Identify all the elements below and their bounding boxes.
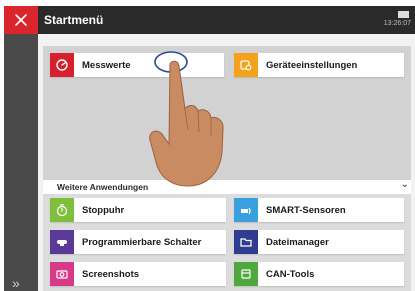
tile-can-tools[interactable]: CAN-Tools (234, 262, 404, 286)
tile-screenshots[interactable]: Screenshots (50, 262, 226, 286)
tile-stoppuhr[interactable]: Stoppuhr (50, 198, 226, 222)
close-icon (15, 14, 27, 26)
tile-dateimanager[interactable]: Dateimanager (234, 230, 404, 254)
main-content: Messwerte Geräteeinstellungen Weitere An… (38, 34, 415, 291)
tile-label: SMART-Sensoren (266, 204, 346, 216)
tile-smart-sensoren[interactable]: SMART-Sensoren (234, 198, 404, 222)
battery-icon (398, 11, 409, 18)
camera-icon (50, 262, 74, 286)
folder-icon (234, 230, 258, 254)
tile-label: Geräteeinstellungen (266, 59, 358, 71)
page-title: Startmenü (44, 13, 104, 27)
stopwatch-icon (50, 198, 74, 222)
title-bar: Startmenü 13:26:07 (4, 6, 415, 34)
more-apps-label: Weitere Anwendungen (57, 182, 149, 192)
tile-geraeteeinstellungen[interactable]: Geräteeinstellungen (234, 53, 404, 77)
tile-label: Screenshots (82, 268, 140, 280)
tile-programmierbare-schalter[interactable]: Programmierbare Schalter (50, 230, 226, 254)
switch-icon (50, 230, 74, 254)
chevron-down-icon: ⌄ (400, 179, 409, 190)
tile-label: CAN-Tools (266, 268, 315, 280)
tile-label: Dateimanager (266, 236, 329, 248)
device-screen: Startmenü 13:26:07 » Messwerte Geräteein… (4, 6, 415, 291)
can-tools-icon (234, 262, 258, 286)
clock-readout: 13:26:07 (383, 20, 411, 27)
expand-sidebar-icon[interactable]: » (12, 275, 20, 291)
sidebar: » (4, 34, 38, 291)
tile-label: Messwerte (82, 59, 131, 71)
smart-sensor-icon (234, 198, 258, 222)
more-apps-header[interactable]: Weitere Anwendungen ⌄ (43, 179, 411, 194)
tile-label: Stoppuhr (82, 204, 125, 216)
settings-cog-icon (234, 53, 258, 77)
tile-label: Programmierbare Schalter (82, 236, 202, 248)
close-button[interactable] (4, 6, 38, 34)
gauge-icon (50, 53, 74, 77)
tile-messwerte[interactable]: Messwerte (50, 53, 224, 77)
